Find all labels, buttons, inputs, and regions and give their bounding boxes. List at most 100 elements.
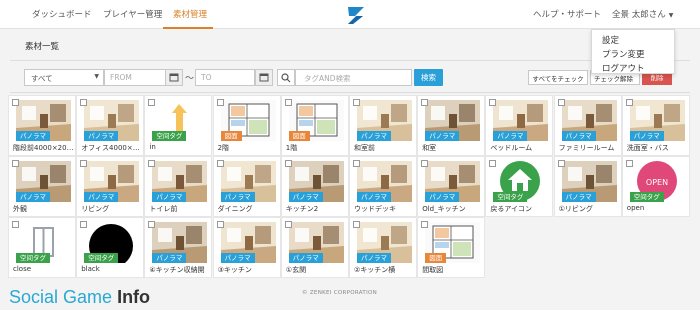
material-card[interactable]: パノラマ ①リビング (553, 156, 622, 217)
select-checkbox[interactable] (557, 99, 565, 106)
room-photo[interactable]: パノラマ (220, 161, 276, 202)
arrow-up-icon[interactable]: 空间タグ (152, 100, 208, 141)
menu-item-logout[interactable]: ログアウト (602, 62, 645, 74)
select-checkbox[interactable] (625, 99, 633, 106)
menu-item-settings[interactable]: 設定 (602, 34, 619, 46)
floorplan-image[interactable]: 図面 (425, 222, 481, 263)
material-card[interactable]: パノラマ ③キッチン (212, 217, 281, 278)
material-caption: 戻るアイコン (490, 205, 533, 213)
from-date-input[interactable]: FROM (104, 69, 166, 86)
nav-help-support[interactable]: ヘルプ・サポート (533, 8, 601, 20)
nav-dashboard[interactable]: ダッシュボード (32, 8, 92, 20)
material-card[interactable]: 図面 1階 (280, 95, 349, 156)
to-calendar-button[interactable] (255, 69, 273, 86)
room-photo[interactable]: パノラマ (425, 100, 481, 141)
select-checkbox[interactable] (148, 160, 156, 167)
material-card[interactable]: パノラマ ファミリールーム (553, 95, 622, 156)
material-card[interactable]: OPEN 空间タグ open (621, 156, 690, 217)
menu-item-plan-change[interactable]: プラン変更 (602, 48, 645, 60)
material-card[interactable]: 空间タグ戻るアイコン (485, 156, 554, 217)
home-icon[interactable]: 空间タグ (493, 161, 549, 202)
black-circle-icon[interactable]: 空间タグ (84, 222, 140, 263)
material-card[interactable]: 空间タグ in (144, 95, 213, 156)
select-checkbox[interactable] (284, 99, 292, 106)
material-card[interactable]: パノラマ ダイニング (212, 156, 281, 217)
select-checkbox[interactable] (353, 99, 360, 106)
select-checkbox[interactable] (80, 160, 88, 167)
room-photo[interactable]: パノラマ (561, 161, 617, 202)
to-date-input[interactable]: TO (195, 69, 255, 86)
room-photo[interactable]: パノラマ (425, 161, 481, 202)
room-photo[interactable]: パノラマ (288, 222, 344, 263)
material-card[interactable]: 空间タグ black (76, 217, 145, 278)
room-photo[interactable]: パノラマ (152, 222, 208, 263)
room-photo[interactable]: パノラマ (357, 222, 412, 263)
material-card[interactable]: 空间タグ close (8, 217, 76, 278)
select-checkbox[interactable] (557, 160, 565, 167)
material-card[interactable]: パノラマ オフィス4000×… (76, 95, 145, 156)
exterior-photo[interactable]: パノラマ (16, 161, 71, 202)
room-photo[interactable]: パノラマ (561, 100, 617, 141)
room-photo[interactable]: パノラマ (629, 100, 685, 141)
material-card[interactable]: パノラマ Old_キッチン (417, 156, 486, 217)
select-checkbox[interactable] (284, 160, 292, 167)
select-checkbox[interactable] (421, 99, 429, 106)
material-card[interactable]: パノラマ 洗面室・バス (621, 95, 690, 156)
from-calendar-button[interactable] (165, 69, 183, 86)
select-checkbox[interactable] (284, 221, 292, 228)
room-photo[interactable]: パノラマ (357, 100, 412, 141)
close-icon[interactable]: 空间タグ (16, 222, 71, 263)
material-card[interactable]: 図面 間取図 (417, 217, 486, 278)
room-photo[interactable]: パノラマ (288, 161, 344, 202)
room-photo[interactable]: パノラマ (493, 100, 549, 141)
floorplan-image[interactable]: 図面 (220, 100, 276, 141)
office-photo[interactable]: パノラマ (84, 100, 140, 141)
select-checkbox[interactable] (12, 160, 19, 167)
material-card[interactable]: パノラマ キッチン2 (280, 156, 349, 217)
material-caption: ベッドルーム (490, 144, 533, 152)
open-icon[interactable]: OPEN 空间タグ (629, 161, 685, 202)
material-card[interactable]: パノラマベッドルーム (485, 95, 554, 156)
tag-search-input[interactable]: タグAND検索 (295, 69, 412, 86)
material-card[interactable]: パノラマ 外観 (8, 156, 76, 217)
check-all-button[interactable]: すべてをチェック (528, 70, 588, 85)
material-card[interactable]: パノラマ ④キッチン収納開 (144, 217, 213, 278)
select-checkbox[interactable] (625, 160, 633, 167)
room-photo[interactable]: パノラマ (357, 161, 412, 202)
select-checkbox[interactable] (80, 99, 88, 106)
select-checkbox[interactable] (148, 99, 156, 106)
select-checkbox[interactable] (148, 221, 156, 228)
material-card[interactable]: パノラマ ①玄関 (280, 217, 349, 278)
floorplan-image[interactable]: 図面 (288, 100, 344, 141)
room-photo[interactable]: パノラマ (84, 161, 140, 202)
select-checkbox[interactable] (489, 160, 497, 167)
material-card[interactable]: パノラマ リビング (76, 156, 145, 217)
select-checkbox[interactable] (80, 221, 88, 228)
stairs-photo[interactable]: パノラマ (16, 100, 71, 141)
select-checkbox[interactable] (216, 221, 224, 228)
select-checkbox[interactable] (216, 99, 224, 106)
nav-player-management[interactable]: プレイヤー管理 (103, 8, 162, 20)
select-checkbox[interactable] (353, 221, 360, 228)
select-checkbox[interactable] (216, 160, 224, 167)
select-checkbox[interactable] (12, 99, 19, 106)
material-card[interactable]: パノラマ ウッドデッキ (349, 156, 417, 217)
select-checkbox[interactable] (489, 99, 497, 106)
type-select[interactable]: すべて ▼ (24, 69, 104, 86)
search-button[interactable]: 検索 (414, 69, 443, 86)
material-card[interactable]: パノラマ 和室 (417, 95, 486, 156)
select-checkbox[interactable] (353, 160, 360, 167)
room-photo[interactable]: パノラマ (220, 222, 276, 263)
user-menu-toggle[interactable]: 全景 太郎さん ▼ (612, 8, 673, 20)
select-checkbox[interactable] (421, 221, 429, 228)
nav-material-management[interactable]: 素材管理 (173, 8, 207, 20)
material-card[interactable]: パノラマ トイレ前 (144, 156, 213, 217)
material-card[interactable]: 図面 2階 (212, 95, 281, 156)
material-card[interactable]: パノラマ ②キッチン横 (349, 217, 417, 278)
zenkei-logo-icon[interactable] (344, 4, 368, 26)
select-checkbox[interactable] (421, 160, 429, 167)
select-checkbox[interactable] (12, 221, 19, 228)
room-photo[interactable]: パノラマ (152, 161, 208, 202)
material-card[interactable]: パノラマ 和室前 (349, 95, 417, 156)
material-card[interactable]: パノラマ 階段前4000×20… (8, 95, 76, 156)
